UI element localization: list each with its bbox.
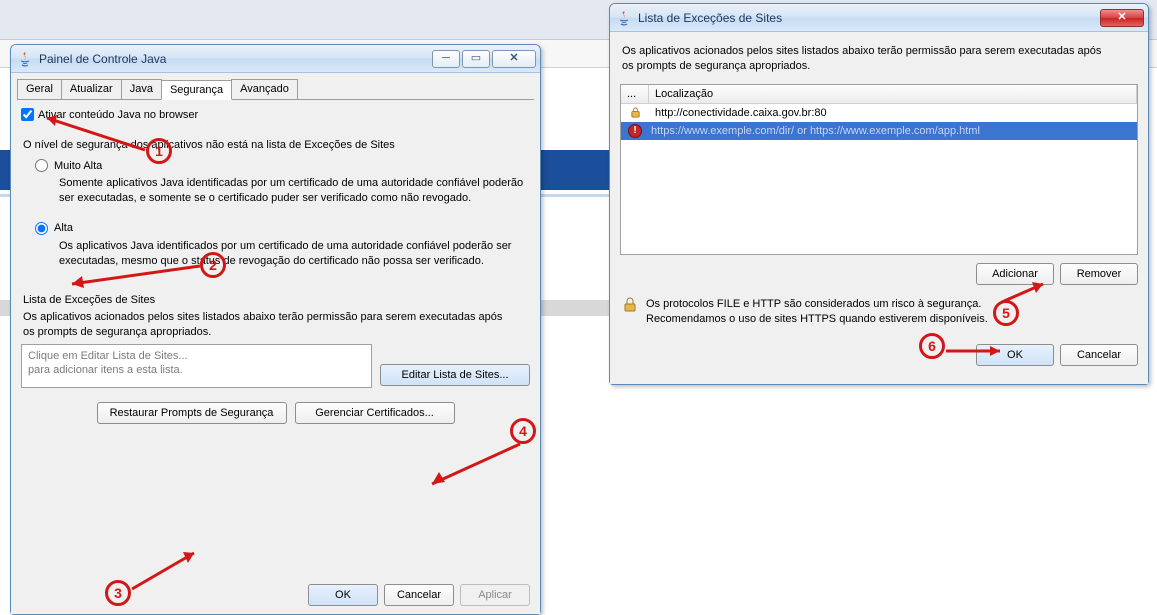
tab-atualizar[interactable]: Atualizar [61, 79, 122, 99]
enable-java-checkbox[interactable] [21, 108, 34, 121]
titlebar[interactable]: Painel de Controle Java ─ ▭ ✕ [11, 45, 540, 73]
table-row[interactable]: http://conectividade.caixa.gov.br:80 [621, 104, 1137, 122]
close-button[interactable]: ✕ [492, 50, 536, 68]
col-location-header[interactable]: Localização [649, 85, 1137, 104]
maximize-button[interactable]: ▭ [462, 50, 490, 68]
tab-geral[interactable]: Geral [17, 79, 62, 99]
row-url: http://conectividade.caixa.gov.br:80 [649, 107, 1137, 119]
col-icon-header[interactable]: ... [621, 85, 649, 104]
close-button[interactable]: ✕ [1100, 9, 1144, 27]
radio-muito-alta[interactable] [35, 159, 48, 172]
security-level-heading: O nível de segurança dos aplicativos não… [23, 139, 530, 151]
alta-desc: Os aplicativos Java identificados por um… [59, 239, 530, 269]
window-body: Os aplicativos acionados pelos sites lis… [610, 32, 1148, 384]
edit-site-list-button[interactable]: Editar Lista de Sites... [380, 364, 530, 386]
tab-seguranca[interactable]: Segurança [161, 80, 232, 100]
window-title: Painel de Controle Java [39, 52, 430, 66]
apply-button[interactable]: Aplicar [460, 584, 530, 606]
enable-java-label: Ativar conteúdo Java no browser [38, 109, 198, 121]
exception-sites-dialog: Lista de Exceções de Sites ✕ Os aplicati… [609, 3, 1149, 385]
table-body: http://conectividade.caixa.gov.br:80 [621, 104, 1137, 254]
radio-alta[interactable] [35, 222, 48, 235]
window-title: Lista de Exceções de Sites [638, 11, 1098, 25]
tab-avancado[interactable]: Avançado [231, 79, 298, 99]
row-icon-cell [621, 124, 649, 138]
site-table: ... Localização http://conectividade.cai… [620, 84, 1138, 255]
row-url-editing [649, 125, 1137, 137]
cancel-button[interactable]: Cancelar [1060, 344, 1138, 366]
radio-muito-alta-label: Muito Alta [54, 160, 102, 172]
java-icon [616, 10, 632, 26]
tab-strip: Geral Atualizar Java Segurança Avançado [17, 79, 534, 100]
radio-alta-label: Alta [54, 222, 73, 234]
titlebar[interactable]: Lista de Exceções de Sites ✕ [610, 4, 1148, 32]
manage-certs-button[interactable]: Gerenciar Certificados... [295, 402, 455, 424]
java-icon [17, 51, 33, 67]
padlock-warn-icon [622, 297, 638, 313]
java-control-panel-window: Painel de Controle Java ─ ▭ ✕ Geral Atua… [10, 44, 541, 615]
exception-list-title: Lista de Exceções de Sites [23, 294, 530, 306]
add-button[interactable]: Adicionar [976, 263, 1054, 285]
cancel-button[interactable]: Cancelar [384, 584, 454, 606]
table-row[interactable] [621, 122, 1137, 140]
exception-list-subtitle: Os aplicativos acionados pelos sites lis… [23, 310, 503, 340]
remove-button[interactable]: Remover [1060, 263, 1138, 285]
url-input[interactable] [651, 125, 1135, 137]
ok-button[interactable]: OK [308, 584, 378, 606]
row-icon-cell [621, 107, 649, 118]
table-header: ... Localização [621, 85, 1137, 104]
muito-alta-desc: Somente aplicativos Java identificadas p… [59, 176, 530, 206]
padlock-warn-icon [630, 107, 641, 118]
restore-prompts-button[interactable]: Restaurar Prompts de Segurança [97, 402, 287, 424]
ok-button[interactable]: OK [976, 344, 1054, 366]
dialog-info-text: Os aplicativos acionados pelos sites lis… [622, 44, 1102, 74]
minimize-button[interactable]: ─ [432, 50, 460, 68]
tab-java[interactable]: Java [121, 79, 162, 99]
window-body: Geral Atualizar Java Segurança Avançado … [11, 73, 540, 614]
danger-icon [628, 124, 642, 138]
exception-list-box[interactable]: Clique em Editar Lista de Sites... para … [21, 344, 372, 388]
protocol-warning: Os protocolos FILE e HTTP são considerad… [646, 297, 988, 327]
